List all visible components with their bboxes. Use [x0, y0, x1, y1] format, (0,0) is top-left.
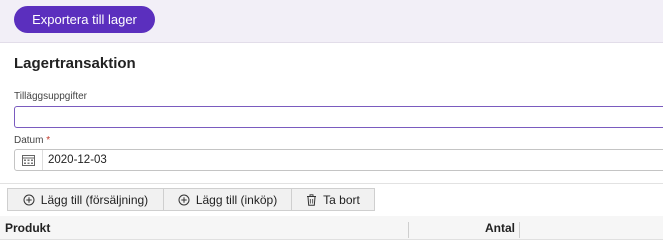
export-to-stock-button[interactable]: Exportera till lager — [14, 6, 155, 33]
top-toolbar: Exportera till lager — [0, 0, 663, 43]
trash-icon — [306, 193, 317, 206]
divider — [0, 183, 663, 184]
extra-info-field[interactable] — [14, 106, 663, 128]
extra-info-label: Tilläggsuppgifter — [14, 91, 88, 102]
remove-button[interactable]: Ta bort — [291, 188, 375, 211]
column-resize-handle[interactable] — [519, 222, 520, 238]
column-header-product[interactable]: Produkt — [5, 216, 50, 240]
page-title: Lagertransaktion — [14, 55, 136, 72]
date-field[interactable]: 2020-12-03 — [14, 149, 663, 171]
column-resize-handle[interactable] — [408, 222, 409, 238]
add-sale-label: Lägg till (försäljning) — [40, 192, 149, 207]
required-mark: * — [46, 135, 51, 146]
plus-circle-icon — [23, 194, 35, 206]
date-value: 2020-12-03 — [48, 154, 107, 166]
add-purchase-label: Lägg till (inköp) — [195, 192, 278, 207]
plus-circle-icon — [178, 194, 190, 206]
calendar-icon[interactable] — [15, 150, 43, 170]
date-label: Datum * — [14, 135, 50, 146]
remove-label: Ta bort — [323, 192, 360, 207]
table-header: Produkt Antal — [0, 216, 663, 240]
add-purchase-button[interactable]: Lägg till (inköp) — [163, 188, 292, 211]
date-label-text: Datum — [14, 135, 44, 146]
add-sale-button[interactable]: Lägg till (försäljning) — [7, 188, 164, 211]
column-header-quantity[interactable]: Antal — [485, 216, 515, 240]
